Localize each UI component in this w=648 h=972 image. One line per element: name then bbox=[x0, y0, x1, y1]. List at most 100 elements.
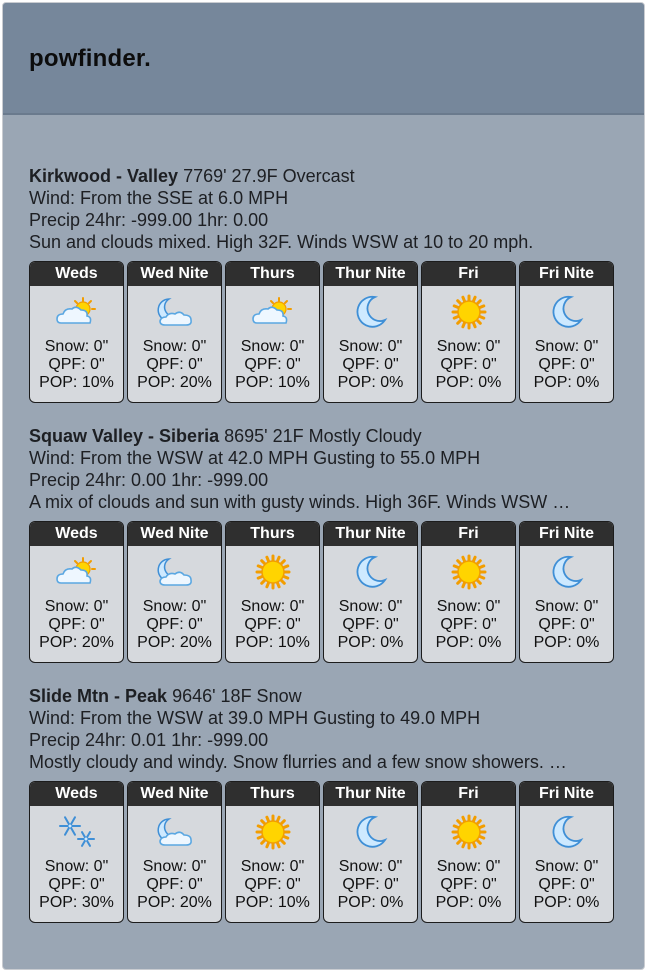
forecast-row: Weds Snow: 0" QPF: 0" POP: 20% Wed Nite … bbox=[29, 521, 629, 663]
forecast-day-card[interactable]: Thur Nite Snow: 0" QPF: 0" POP: 0% bbox=[323, 261, 418, 403]
resort-name: Slide Mtn - Peak bbox=[29, 686, 168, 706]
forecast-qpf: QPF: 0" bbox=[342, 616, 399, 633]
forecast-qpf: QPF: 0" bbox=[342, 356, 399, 373]
forecast-qpf: QPF: 0" bbox=[440, 356, 497, 373]
resort-wind: Wind: From the WSW at 42.0 MPH Gusting t… bbox=[29, 448, 481, 468]
moon-icon bbox=[520, 286, 613, 338]
forecast-snow: Snow: 0" bbox=[534, 858, 599, 875]
forecast-day-label: Thur Nite bbox=[324, 262, 417, 286]
app-title: powfinder. bbox=[29, 45, 151, 72]
resort-conditions: 9646' 18F Snow bbox=[172, 686, 302, 706]
forecast-day-card[interactable]: Fri Snow: 0" QPF: 0" POP: 0% bbox=[421, 781, 516, 923]
forecast-pop: POP: 20% bbox=[39, 634, 114, 651]
moon-icon bbox=[324, 546, 417, 598]
forecast-snow: Snow: 0" bbox=[240, 338, 305, 355]
forecast-snow: Snow: 0" bbox=[338, 338, 403, 355]
forecast-day-card[interactable]: Wed Nite Snow: 0" QPF: 0" POP: 20% bbox=[127, 521, 222, 663]
forecast-day-card[interactable]: Fri Nite Snow: 0" QPF: 0" POP: 0% bbox=[519, 781, 614, 923]
partly-cloudy-icon bbox=[30, 546, 123, 598]
moon-icon bbox=[324, 286, 417, 338]
forecast-day-label: Fri Nite bbox=[520, 782, 613, 806]
forecast-day-label: Thurs bbox=[226, 782, 319, 806]
forecast-snow: Snow: 0" bbox=[142, 598, 207, 615]
forecast-qpf: QPF: 0" bbox=[146, 356, 203, 373]
resort-summary: Mostly cloudy and windy. Snow flurries a… bbox=[29, 752, 567, 772]
forecast-day-label: Fri bbox=[422, 522, 515, 546]
partly-cloudy-icon bbox=[226, 286, 319, 338]
forecast-qpf: QPF: 0" bbox=[146, 876, 203, 893]
forecast-day-label: Thur Nite bbox=[324, 522, 417, 546]
forecast-snow: Snow: 0" bbox=[338, 858, 403, 875]
forecast-snow: Snow: 0" bbox=[436, 858, 501, 875]
resort-wind: Wind: From the WSW at 39.0 MPH Gusting t… bbox=[29, 708, 481, 728]
forecast-day-card[interactable]: Thurs Snow: 0" QPF: 0" POP: 10% bbox=[225, 781, 320, 923]
sun-icon bbox=[422, 546, 515, 598]
forecast-day-card[interactable]: Wed Nite Snow: 0" QPF: 0" POP: 20% bbox=[127, 781, 222, 923]
resort-summary: A mix of clouds and sun with gusty winds… bbox=[29, 492, 571, 512]
resort-title-line: Kirkwood - Valley 7769' 27.9F Overcast bbox=[29, 165, 635, 187]
app-window: powfinder. Kirkwood - Valley 7769' 27.9F… bbox=[2, 2, 645, 970]
sun-icon bbox=[226, 806, 319, 858]
resort-precip: Precip 24hr: 0.00 1hr: -999.00 bbox=[29, 470, 269, 490]
forecast-pop: POP: 0% bbox=[435, 634, 502, 651]
forecast-pop: POP: 0% bbox=[533, 634, 600, 651]
sun-icon bbox=[422, 806, 515, 858]
forecast-day-label: Wed Nite bbox=[128, 262, 221, 286]
forecast-day-card[interactable]: Weds Snow: 0" QPF: 0" POP: 20% bbox=[29, 521, 124, 663]
forecast-day-label: Fri bbox=[422, 262, 515, 286]
resort-card[interactable]: Slide Mtn - Peak 9646' 18F Snow Wind: Fr… bbox=[29, 685, 639, 923]
forecast-pop: POP: 20% bbox=[137, 374, 212, 391]
forecast-row: Weds Snow: 0" QPF: 0" POP: 10% Wed Nite … bbox=[29, 261, 629, 403]
resort-title-line: Squaw Valley - Siberia 8695' 21F Mostly … bbox=[29, 425, 635, 447]
forecast-qpf: QPF: 0" bbox=[538, 876, 595, 893]
forecast-day-card[interactable]: Thurs Snow: 0" QPF: 0" POP: 10% bbox=[225, 261, 320, 403]
forecast-day-label: Thurs bbox=[226, 262, 319, 286]
forecast-pop: POP: 10% bbox=[235, 634, 310, 651]
sun-icon bbox=[422, 286, 515, 338]
resort-title-line: Slide Mtn - Peak 9646' 18F Snow bbox=[29, 685, 635, 707]
forecast-day-card[interactable]: Wed Nite Snow: 0" QPF: 0" POP: 20% bbox=[127, 261, 222, 403]
resort-conditions: 8695' 21F Mostly Cloudy bbox=[224, 426, 422, 446]
forecast-day-card[interactable]: Fri Snow: 0" QPF: 0" POP: 0% bbox=[421, 261, 516, 403]
forecast-day-label: Thurs bbox=[226, 522, 319, 546]
forecast-qpf: QPF: 0" bbox=[538, 356, 595, 373]
resort-precip: Precip 24hr: 0.01 1hr: -999.00 bbox=[29, 730, 269, 750]
forecast-day-label: Fri bbox=[422, 782, 515, 806]
forecast-qpf: QPF: 0" bbox=[48, 616, 105, 633]
forecast-pop: POP: 0% bbox=[435, 374, 502, 391]
forecast-snow: Snow: 0" bbox=[44, 598, 109, 615]
snowflakes-icon bbox=[30, 806, 123, 858]
forecast-snow: Snow: 0" bbox=[534, 338, 599, 355]
moon-icon bbox=[324, 806, 417, 858]
moon-icon bbox=[520, 546, 613, 598]
forecast-qpf: QPF: 0" bbox=[244, 356, 301, 373]
forecast-pop: POP: 10% bbox=[39, 374, 114, 391]
forecast-day-card[interactable]: Fri Snow: 0" QPF: 0" POP: 0% bbox=[421, 521, 516, 663]
forecast-day-label: Weds bbox=[30, 782, 123, 806]
forecast-snow: Snow: 0" bbox=[240, 598, 305, 615]
forecast-day-card[interactable]: Thur Nite Snow: 0" QPF: 0" POP: 0% bbox=[323, 521, 418, 663]
forecast-pop: POP: 20% bbox=[137, 894, 212, 911]
resort-conditions: 7769' 27.9F Overcast bbox=[183, 166, 355, 186]
forecast-day-label: Thur Nite bbox=[324, 782, 417, 806]
forecast-day-card[interactable]: Fri Nite Snow: 0" QPF: 0" POP: 0% bbox=[519, 521, 614, 663]
forecast-qpf: QPF: 0" bbox=[538, 616, 595, 633]
forecast-day-label: Fri Nite bbox=[520, 522, 613, 546]
forecast-day-card[interactable]: Thur Nite Snow: 0" QPF: 0" POP: 0% bbox=[323, 781, 418, 923]
forecast-day-card[interactable]: Weds Snow: 0" QPF: 0" POP: 10% bbox=[29, 261, 124, 403]
forecast-snow: Snow: 0" bbox=[142, 338, 207, 355]
resort-card[interactable]: Squaw Valley - Siberia 8695' 21F Mostly … bbox=[29, 425, 639, 663]
forecast-qpf: QPF: 0" bbox=[440, 876, 497, 893]
forecast-day-card[interactable]: Thurs Snow: 0" QPF: 0" POP: 10% bbox=[225, 521, 320, 663]
forecast-day-card[interactable]: Weds Snow: 0" QPF: 0" POP: 30% bbox=[29, 781, 124, 923]
forecast-day-card[interactable]: Fri Nite Snow: 0" QPF: 0" POP: 0% bbox=[519, 261, 614, 403]
app-header: powfinder. bbox=[3, 3, 644, 115]
forecast-snow: Snow: 0" bbox=[338, 598, 403, 615]
moon-icon bbox=[520, 806, 613, 858]
resort-card[interactable]: Kirkwood - Valley 7769' 27.9F Overcast W… bbox=[29, 165, 639, 403]
forecast-pop: POP: 0% bbox=[337, 634, 404, 651]
forecast-qpf: QPF: 0" bbox=[48, 356, 105, 373]
resort-name: Kirkwood - Valley bbox=[29, 166, 179, 186]
resort-list[interactable]: Kirkwood - Valley 7769' 27.9F Overcast W… bbox=[3, 115, 644, 969]
forecast-pop: POP: 20% bbox=[137, 634, 212, 651]
